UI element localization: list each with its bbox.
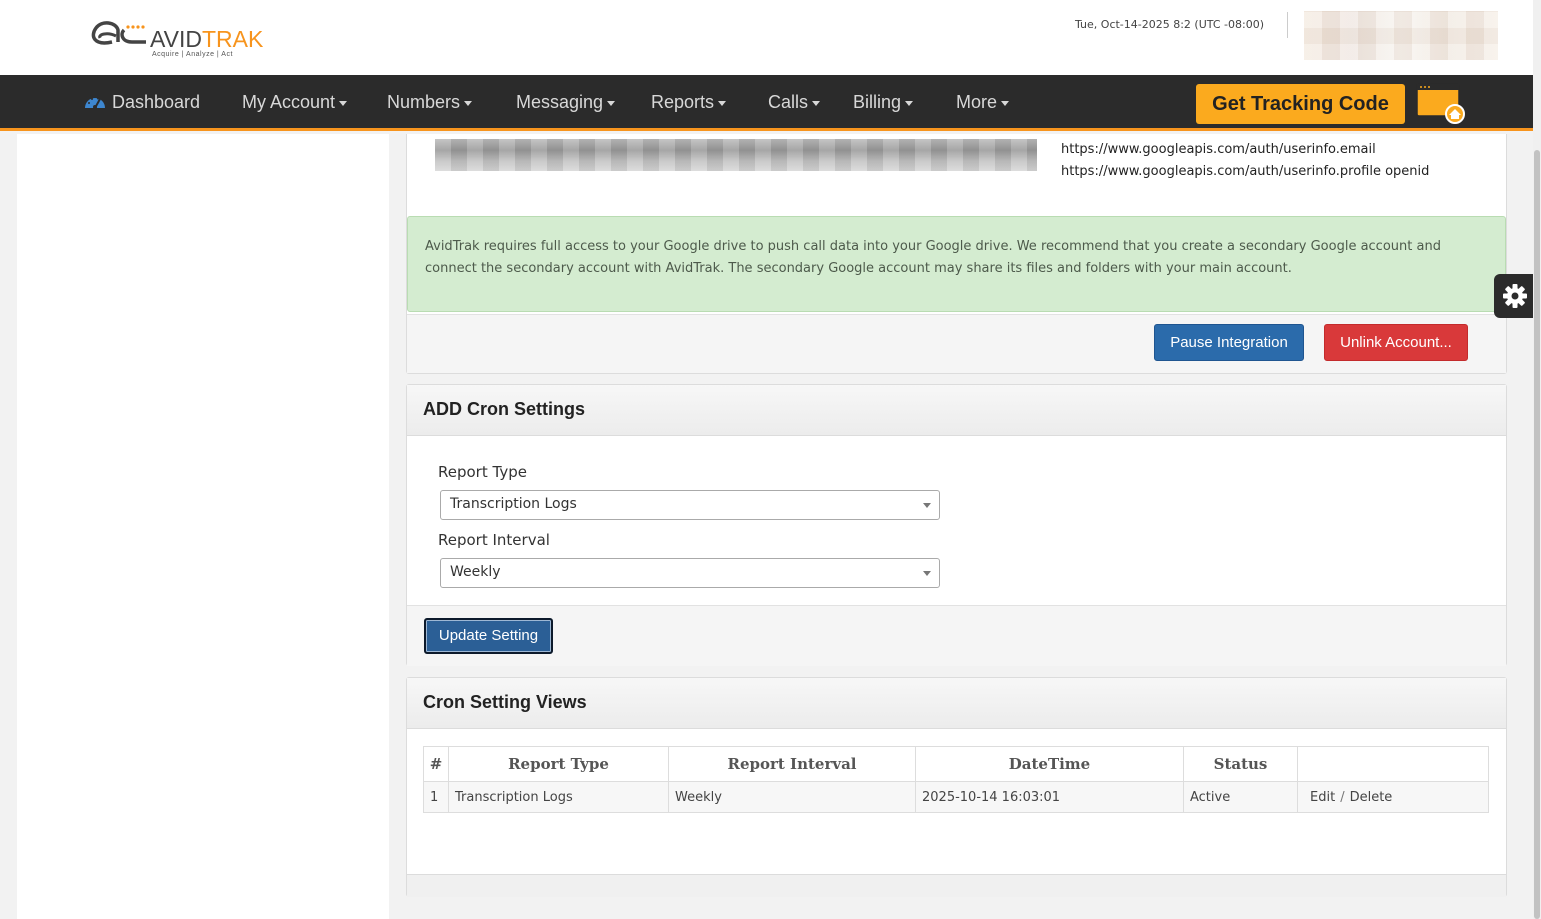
nav-numbers[interactable]: Numbers [387,92,473,113]
cron-setting-views-title: Cron Setting Views [423,692,587,712]
chevron-down-icon [812,100,821,106]
nav-my-account-label: My Account [242,92,336,112]
nav-my-account[interactable]: My Account [242,92,348,113]
table-header-row: # Report Type Report Interval DateTime S… [423,746,1489,782]
cron-form-actions: Update Setting [407,605,1506,666]
row-number: 1 [423,781,449,813]
report-interval-label: Report Interval [438,531,550,549]
cron-views-footer [407,874,1506,897]
scope-email: https://www.googleapis.com/auth/userinfo… [1061,142,1376,157]
row-datetime: 2025-10-14 16:03:01 [915,781,1184,813]
row-status: Active [1183,781,1298,813]
nav-calls[interactable]: Calls [768,92,821,113]
scrollbar-thumb[interactable] [1534,150,1540,919]
add-cron-settings-title: ADD Cron Settings [423,399,585,419]
get-tracking-code-button[interactable]: Get Tracking Code [1196,84,1405,124]
gear-icon [1503,284,1527,308]
add-cron-settings-panel: ADD Cron Settings Report Type Transcript… [406,384,1507,666]
nav-numbers-label: Numbers [387,92,461,112]
dropdown-arrow-icon [923,503,931,508]
report-type-select[interactable]: Transcription Logs [440,490,940,520]
col-report-type[interactable]: Report Type [448,746,669,782]
cron-setting-views-panel: Cron Setting Views # Report Type Report … [406,677,1507,897]
cron-setting-views-header: Cron Setting Views [407,678,1506,729]
col-number: # [423,746,449,782]
page-scrollbar[interactable] [1533,0,1541,919]
logo-wordmark: AVIDTRAK [150,26,264,52]
scope-profile: https://www.googleapis.com/auth/userinfo… [1061,164,1430,179]
account-info-redacted [435,139,1037,171]
action-separator: / [1340,789,1345,805]
report-type-value: Transcription Logs [450,496,577,512]
nav-reports[interactable]: Reports [651,92,727,113]
table-row: 1 Transcription Logs Weekly 2025-10-14 1… [423,781,1489,813]
chevron-down-icon [339,100,348,106]
delete-link[interactable]: Delete [1350,790,1393,805]
nav-billing[interactable]: Billing [853,92,914,113]
add-cron-settings-header: ADD Cron Settings [407,385,1506,436]
nav-calls-label: Calls [768,92,809,112]
col-actions [1297,746,1489,782]
chevron-down-icon [607,100,616,106]
google-drive-integration-panel: https://www.googleapis.com/auth/userinfo… [406,134,1507,374]
user-profile-redacted[interactable] [1304,11,1498,60]
avidtrak-logo[interactable]: AVIDTRAK Acquire | Analyze | Act [88,14,268,60]
edit-link[interactable]: Edit [1310,790,1335,805]
update-setting-button[interactable]: Update Setting [424,618,553,654]
nav-messaging-label: Messaging [516,92,604,112]
chevron-down-icon [905,100,914,106]
main-navbar: Dashboard My Account Numbers Messaging R… [0,75,1533,131]
row-report-type: Transcription Logs [448,781,669,813]
logo-tagline: Acquire | Analyze | Act [152,51,233,58]
col-status[interactable]: Status [1183,746,1298,782]
report-type-label: Report Type [438,463,527,481]
browser-home-icon[interactable] [1416,83,1466,125]
pause-integration-button[interactable]: Pause Integration [1154,324,1304,361]
logo-mark-icon [91,21,146,45]
nav-more-label: More [956,92,998,112]
chevron-down-icon [464,100,473,106]
unlink-account-button[interactable]: Unlink Account... [1324,324,1468,361]
header-divider [1287,12,1288,38]
dashboard-gauge-icon [85,97,105,109]
settings-side-tab[interactable] [1494,274,1534,318]
drive-access-alert: AvidTrak requires full access to your Go… [407,216,1506,312]
nav-more[interactable]: More [956,92,1010,113]
integration-actions: Pause Integration Unlink Account... [407,314,1506,373]
chevron-down-icon [718,100,727,106]
current-datetime: Tue, Oct-14-2025 8:2 (UTC -08:00) [1075,18,1264,31]
top-header: AVIDTRAK Acquire | Analyze | Act Tue, Oc… [0,0,1533,75]
nav-messaging[interactable]: Messaging [516,92,616,113]
report-interval-value: Weekly [450,564,501,580]
dropdown-arrow-icon [923,571,931,576]
col-datetime[interactable]: DateTime [915,746,1184,782]
nav-billing-label: Billing [853,92,902,112]
nav-dashboard[interactable]: Dashboard [84,92,200,113]
cron-settings-table: # Report Type Report Interval DateTime S… [423,746,1489,813]
row-interval: Weekly [668,781,916,813]
nav-reports-label: Reports [651,92,715,112]
nav-dashboard-label: Dashboard [112,92,201,112]
row-actions: Edit / Delete [1297,781,1489,813]
chevron-down-icon [1001,100,1010,106]
report-interval-select[interactable]: Weekly [440,558,940,588]
left-sidebar-area [17,134,389,919]
col-report-interval[interactable]: Report Interval [668,746,916,782]
